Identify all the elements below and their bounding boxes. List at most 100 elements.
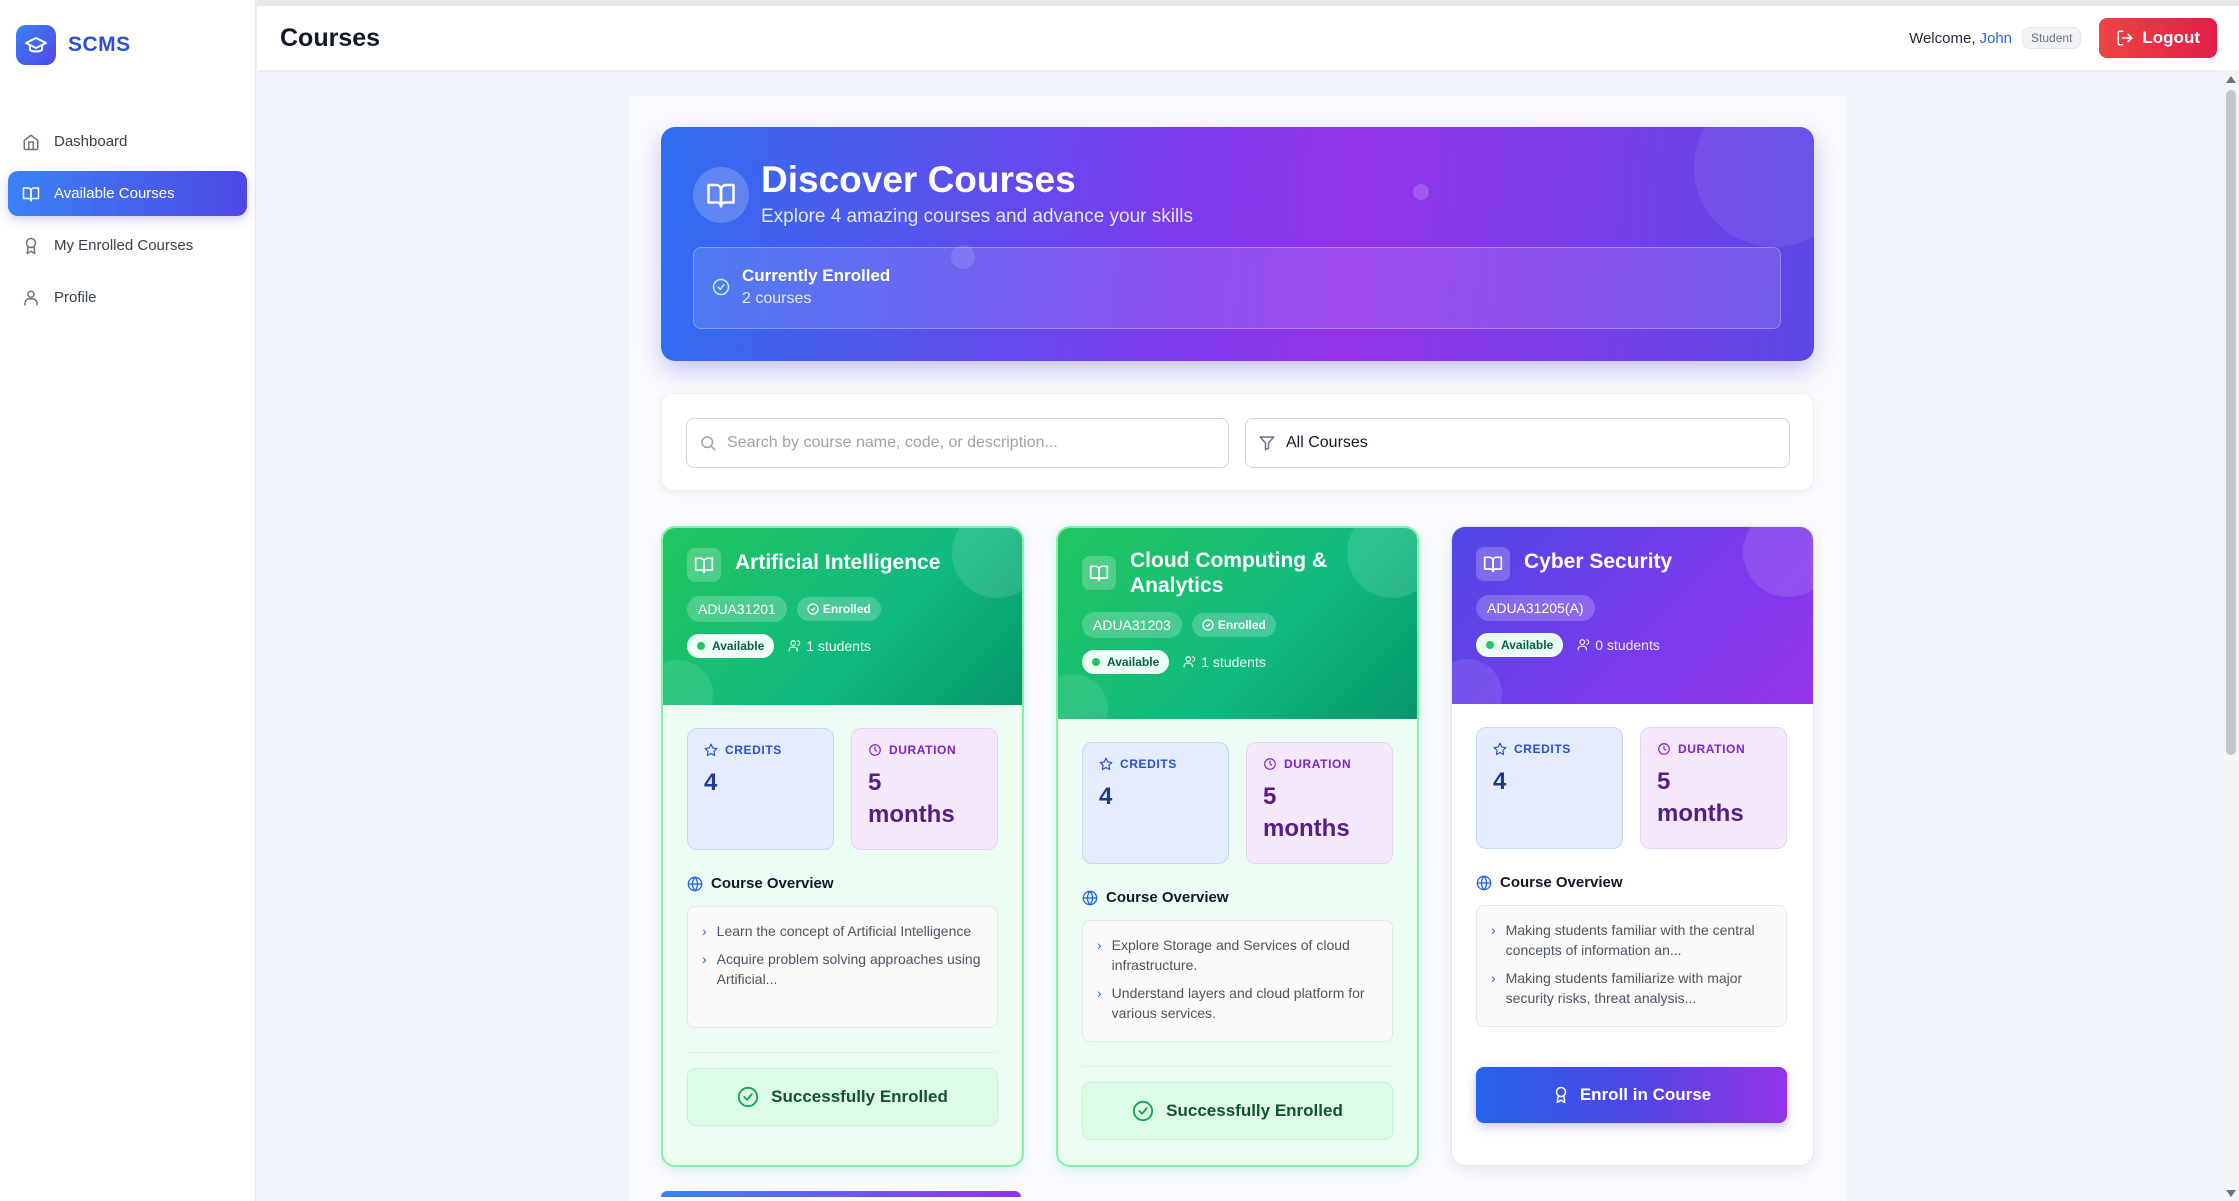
book-open-icon: [687, 548, 721, 582]
duration-label: DURATION: [1678, 742, 1746, 756]
award-icon: [1555, 1086, 1567, 1104]
welcome-label: Welcome,: [1909, 29, 1976, 47]
currently-enrolled-summary: Currently Enrolled 2 courses: [693, 247, 1781, 329]
user-icon: [24, 290, 38, 305]
duration-stat: DURATION 5 months: [1246, 742, 1393, 864]
availability-badge: Available: [1082, 650, 1170, 674]
chevron-right-icon: ›: [1491, 970, 1496, 986]
overview-heading: Course Overview: [1476, 874, 1623, 891]
course-code-badge: ADUA31203: [1082, 612, 1182, 638]
overview-item-text: Making students familiarize with major s…: [1505, 970, 1743, 1006]
student-count: 1 students: [788, 638, 871, 654]
clock-icon: [1658, 743, 1670, 755]
chevron-right-icon: ›: [702, 923, 707, 939]
overview-item: › Making students familiarize with major …: [1491, 968, 1774, 1008]
hero-title: Discover Courses: [761, 159, 1076, 200]
logout-button[interactable]: Logout: [2099, 18, 2217, 58]
chevron-right-icon: ›: [702, 951, 707, 967]
scroll-thumb[interactable]: [2226, 90, 2236, 755]
enrolled-badge-label: Enrolled: [1217, 618, 1266, 632]
availability-badge: Available: [1476, 633, 1564, 657]
globe-icon: [1082, 890, 1098, 906]
star-icon: [1099, 757, 1113, 771]
overview-item: › Understand layers and cloud platform fo…: [1097, 983, 1380, 1023]
duration-value: 5: [1657, 768, 1671, 795]
duration-unit: months: [1263, 815, 1350, 842]
availability-badge: Available: [687, 634, 775, 658]
credits-value: 4: [1099, 783, 1113, 810]
graduation-cap-icon: [16, 25, 56, 65]
enroll-button[interactable]: Enroll in Course: [1476, 1067, 1787, 1123]
vertical-scrollbar[interactable]: [2223, 70, 2239, 1201]
scroll-down-arrow-icon[interactable]: [2226, 1190, 2236, 1197]
sidebar-item-my-enrolled-courses[interactable]: My Enrolled Courses: [8, 223, 247, 268]
duration-value: 5: [1263, 783, 1277, 810]
category-select-value: All Courses: [1286, 434, 1368, 451]
overview-item: › Making students familiar with the centr…: [1491, 920, 1774, 960]
scroll-up-arrow-icon[interactable]: [2226, 76, 2236, 83]
sidebar-item-label: Profile: [54, 289, 97, 306]
enrolled-status-label: Successfully Enrolled: [771, 1087, 948, 1106]
overview-label: Course Overview: [1500, 874, 1623, 891]
enrolled-status-label: Successfully Enrolled: [1166, 1101, 1343, 1120]
check-circle-icon: [1133, 1100, 1154, 1122]
course-card: Cloud Computing & Analytics ADUA31203 En…: [1056, 526, 1419, 1167]
duration-label: DURATION: [889, 743, 957, 757]
course-title: Cloud Computing & Analytics: [1130, 549, 1328, 597]
next-course-card-edge: [661, 1191, 1021, 1197]
overview-item-text: Learn the concept of Artificial Intellig…: [716, 923, 972, 939]
hero-subtitle: Explore 4 amazing courses and advance yo…: [761, 206, 1193, 227]
course-card-header: Cloud Computing & Analytics ADUA31203 En…: [1058, 528, 1417, 744]
course-card-header: Artificial Intelligence ADUA31201 Enroll…: [663, 528, 1022, 730]
enrolled-status-button: Successfully Enrolled: [1082, 1082, 1393, 1140]
search-field[interactable]: [686, 418, 1229, 468]
welcome-text: Welcome, John: [1909, 30, 2012, 47]
overview-item-text: Explore Storage and Services of cloud in…: [1111, 937, 1350, 973]
star-icon: [704, 743, 718, 757]
credits-label: CREDITS: [725, 743, 782, 757]
overview-heading: Course Overview: [687, 875, 834, 892]
sidebar-item-profile[interactable]: Profile: [8, 275, 247, 320]
globe-icon: [1476, 875, 1492, 891]
credits-stat: CREDITS 4: [1476, 727, 1623, 849]
sidebar-item-dashboard[interactable]: Dashboard: [8, 119, 247, 164]
availability-label: Available: [1107, 655, 1160, 669]
decorative-circle: [1694, 127, 1814, 247]
brand-name: SCMS: [68, 33, 131, 56]
clock-icon: [869, 744, 881, 756]
logout-icon: [2117, 30, 2133, 46]
duration-label: DURATION: [1284, 757, 1352, 771]
course-card-header: Cyber Security ADUA31205(A) Available 0 …: [1452, 527, 1813, 729]
overview-item-text: Acquire problem solving approaches using…: [716, 951, 981, 987]
decorative-dot: [1413, 184, 1429, 200]
overview-label: Course Overview: [711, 875, 834, 892]
user-name: John: [1979, 29, 2013, 47]
duration-stat: DURATION 5 months: [1640, 727, 1787, 849]
brand[interactable]: SCMS: [16, 25, 131, 65]
status-dot: [1092, 658, 1100, 666]
sidebar-item-available-courses[interactable]: Available Courses: [8, 171, 247, 216]
top-header: Courses Welcome, John Student Logout: [257, 0, 2239, 70]
sidebar: SCMS Dashboard Available Courses My Enro…: [0, 0, 256, 1201]
chevron-right-icon: ›: [1097, 985, 1102, 1001]
role-badge: Student: [2022, 27, 2082, 49]
status-dot: [1486, 641, 1494, 649]
course-code-badge: ADUA31201: [687, 596, 787, 622]
users-icon: [788, 640, 801, 652]
student-count: 0 students: [1577, 637, 1660, 653]
category-select[interactable]: All Courses: [1245, 418, 1790, 468]
star-icon: [1493, 742, 1507, 756]
home-icon: [23, 134, 39, 150]
check-circle-icon: [738, 1086, 759, 1108]
divider: [1082, 1066, 1393, 1067]
sidebar-item-label: Dashboard: [54, 133, 128, 150]
divider: [687, 1052, 998, 1053]
credits-stat: CREDITS 4: [687, 728, 834, 850]
overview-heading: Course Overview: [1082, 889, 1229, 906]
book-open-icon: [22, 186, 40, 201]
search-input[interactable]: [727, 434, 1207, 452]
student-count: 1 students: [1183, 654, 1266, 670]
book-open-icon: [1476, 547, 1510, 581]
chevron-right-icon: ›: [1491, 922, 1496, 938]
award-icon: [25, 237, 37, 254]
